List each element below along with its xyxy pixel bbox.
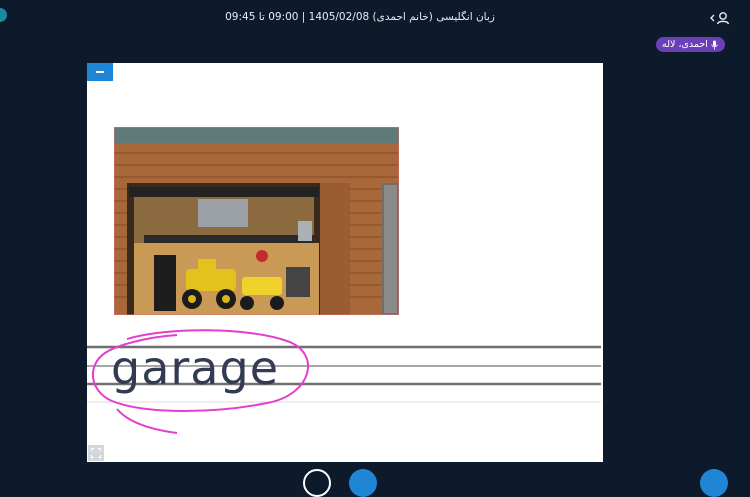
action-button[interactable] (349, 469, 377, 497)
minimize-button[interactable] (87, 63, 113, 81)
left-edge-indicator (0, 8, 7, 22)
whiteboard[interactable]: garage (87, 63, 603, 462)
add-button[interactable] (700, 469, 728, 497)
user-chevron-icon[interactable] (708, 8, 734, 28)
expand-icon (91, 448, 101, 458)
session-title: زبان انگلیسی (خانم احمدی) 1405/02/08 | 0… (225, 11, 495, 23)
minus-icon (96, 71, 104, 73)
options-button[interactable] (303, 469, 331, 497)
microphone-icon (711, 40, 718, 50)
garage-image (114, 127, 399, 315)
presenter-name: احمدی، لاله (662, 39, 708, 50)
fullscreen-button[interactable] (88, 445, 104, 461)
highlight-circle[interactable] (87, 325, 327, 440)
presenter-badge[interactable]: احمدی، لاله (656, 37, 725, 52)
